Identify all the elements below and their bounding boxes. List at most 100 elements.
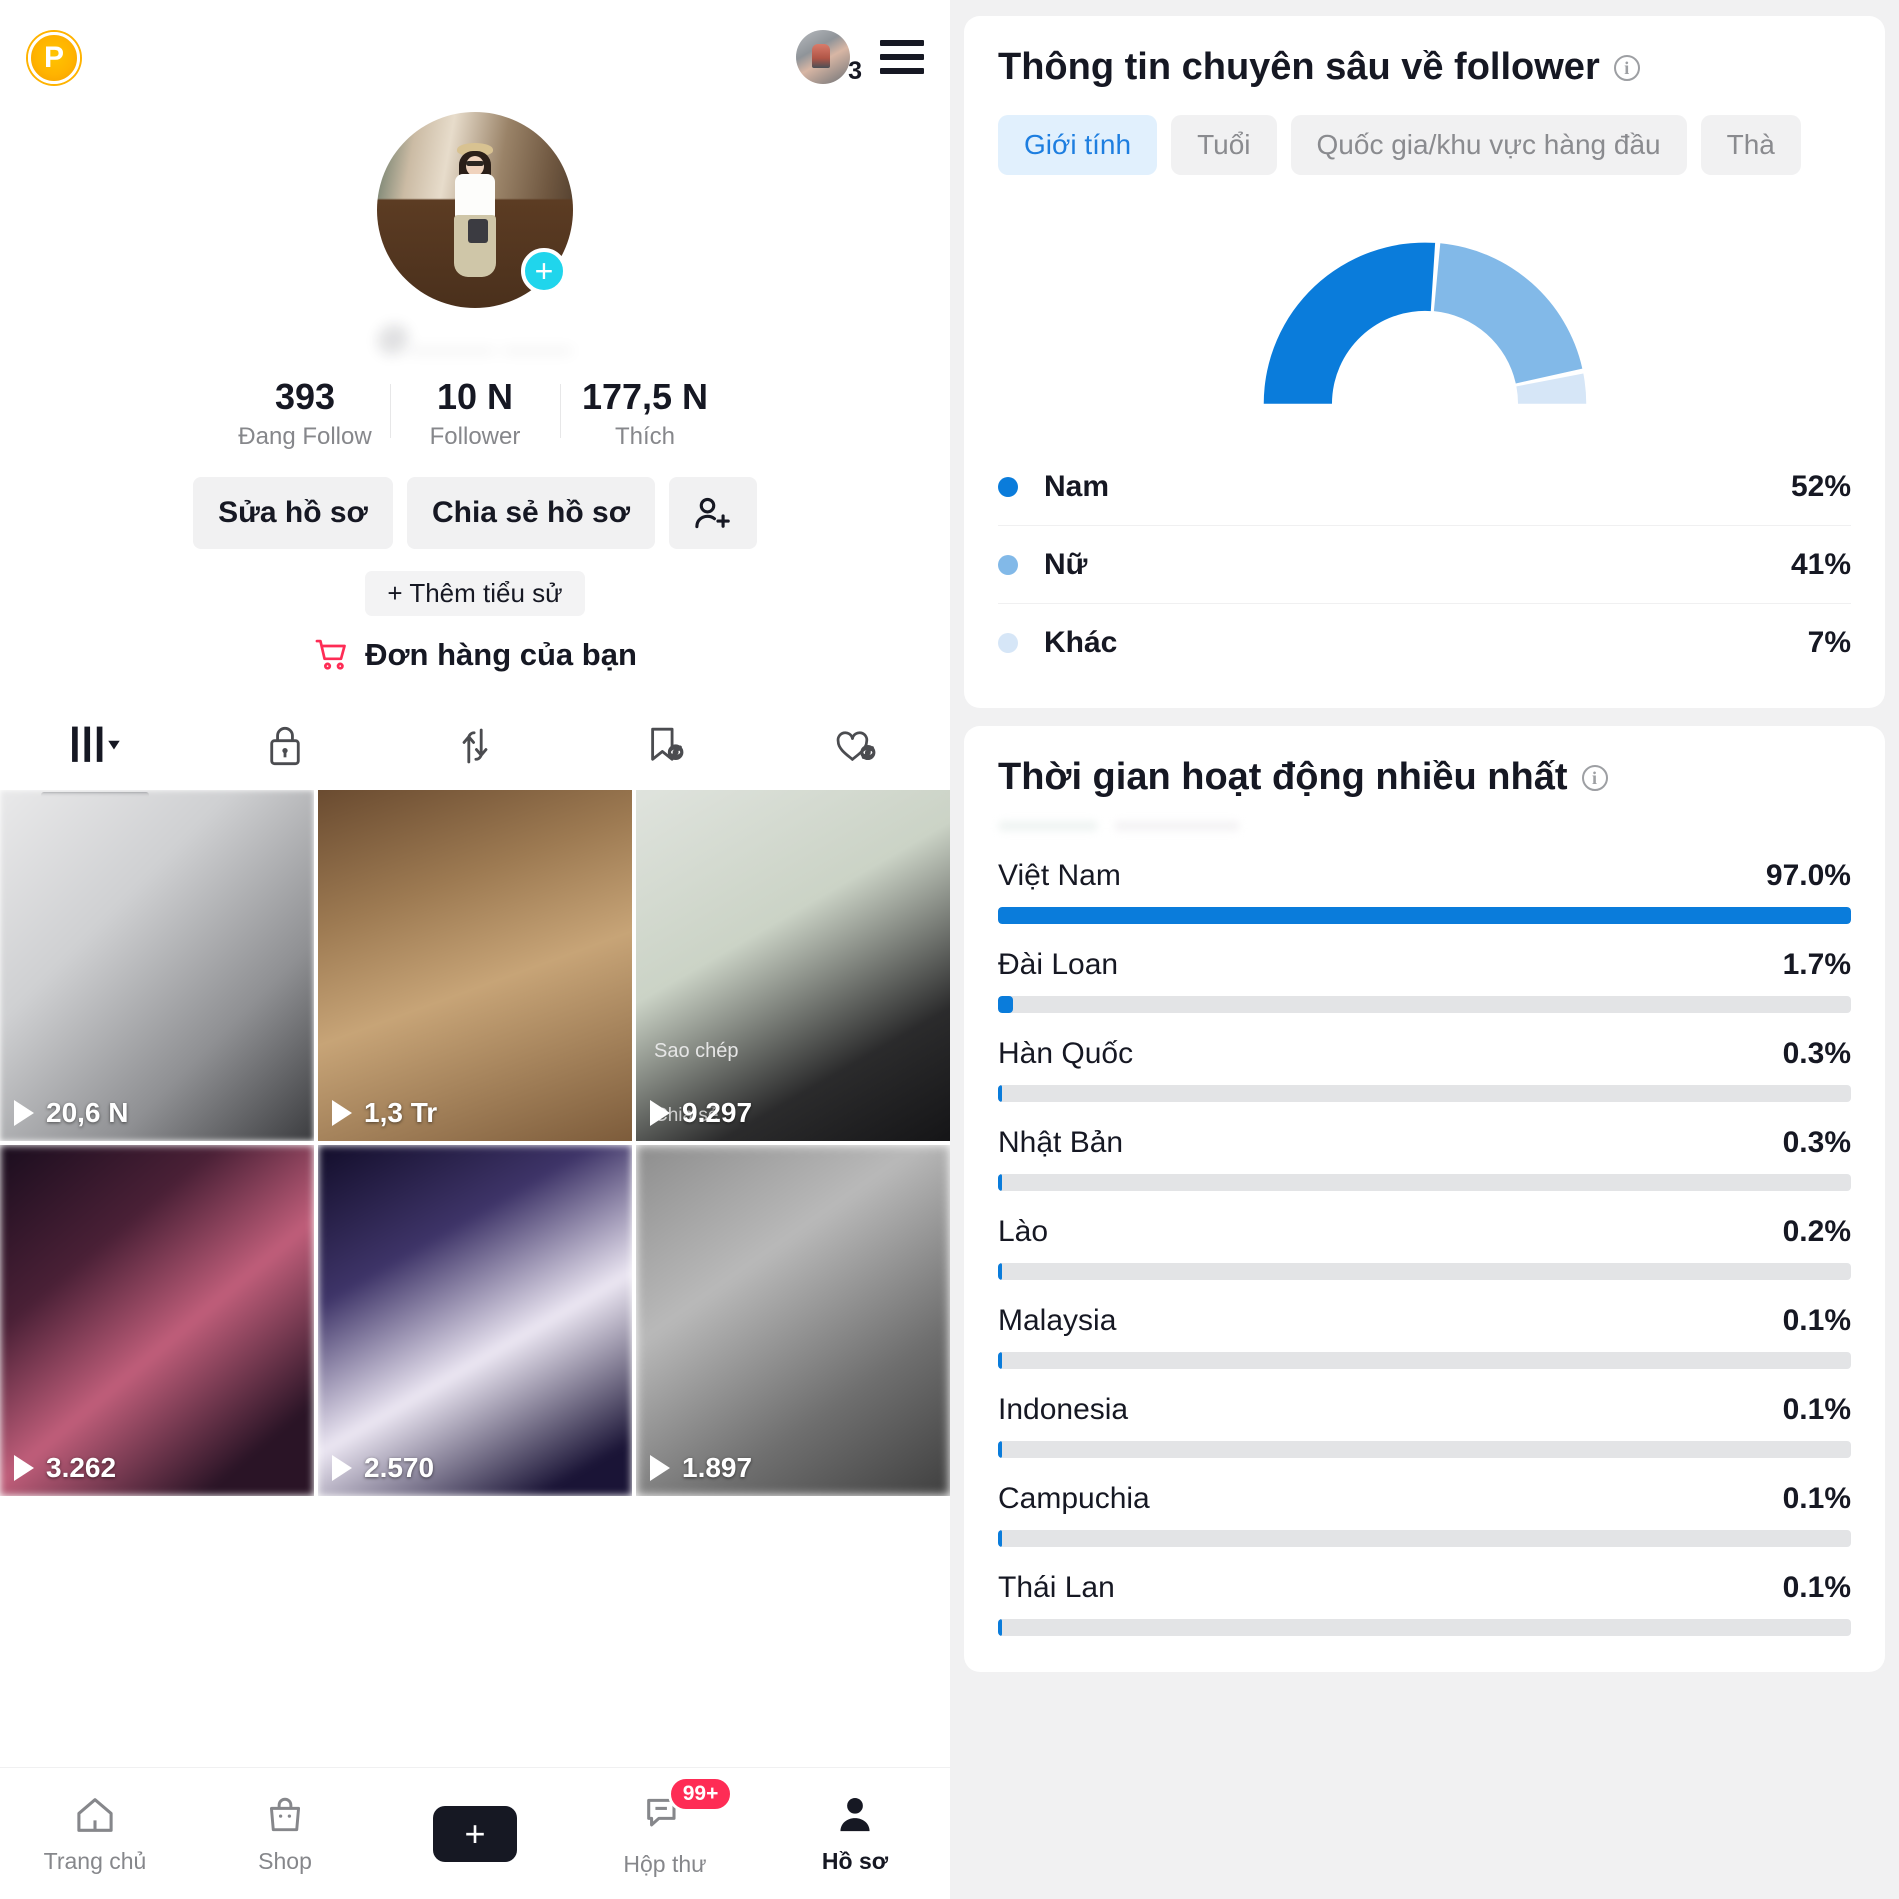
tab-private[interactable]: [190, 708, 380, 790]
home-icon: [77, 1798, 113, 1832]
nav-item-create[interactable]: +: [380, 1805, 570, 1862]
country-bar-fill: [998, 907, 1851, 924]
country-bar-head: Thái Lan 0.1%: [998, 1571, 1851, 1605]
country-percent: 0.1%: [1782, 1482, 1851, 1515]
play-icon: [14, 1100, 34, 1127]
country-bar-track: [998, 996, 1851, 1013]
video-views: 20,6 N: [14, 1097, 129, 1129]
nav-item-home[interactable]: Trang chủ: [0, 1792, 190, 1875]
inbox-badge: 99+: [667, 1775, 734, 1812]
country-bar-row: Nhật Bản 0.3%: [998, 1112, 1851, 1201]
activity-card-title: Thời gian hoạt động nhiều nhất: [998, 756, 1568, 798]
stat-following[interactable]: 393 Đang Follow: [220, 376, 390, 451]
repost-arrows-icon: [462, 729, 488, 764]
share-profile-button[interactable]: Chia sẻ hồ sơ: [407, 477, 655, 550]
gauge-segment-nam: [1263, 242, 1435, 404]
country-bar-head: Malaysia 0.1%: [998, 1304, 1851, 1338]
profile-username: @_____ ____: [377, 320, 572, 355]
video-cell[interactable]: 3.262: [0, 1145, 314, 1497]
video-cell[interactable]: 1,3 Tr: [318, 790, 632, 1142]
hamburger-menu-icon[interactable]: [880, 40, 924, 74]
stat-likes[interactable]: 177,5 N Thích: [560, 376, 730, 451]
tab-liked[interactable]: [760, 708, 950, 790]
nav-item-shop[interactable]: Shop: [190, 1792, 380, 1875]
country-name: Malaysia: [998, 1304, 1117, 1337]
legend-row: Nam 52%: [998, 448, 1851, 526]
country-bar-list: Việt Nam 97.0% Đài Loan 1.7% Hàn Quốc 0.3% Nhậ…: [998, 845, 1851, 1646]
avatar[interactable]: +: [377, 112, 573, 308]
tab-saved[interactable]: [570, 708, 760, 790]
chip-top-countries[interactable]: Quốc gia/khu vực hàng đầu: [1290, 115, 1687, 175]
country-name: Indonesia: [998, 1393, 1129, 1426]
shopping-cart-icon: [315, 640, 346, 671]
video-cell[interactable]: 20,6 N: [0, 790, 314, 1142]
add-avatar-plus-icon[interactable]: +: [521, 248, 567, 294]
your-orders-row[interactable]: Đơn hàng của bạn: [0, 636, 950, 674]
legend-label: Nữ: [1044, 547, 1088, 581]
story-avatar[interactable]: 3: [796, 30, 862, 85]
points-badge-icon[interactable]: P: [28, 32, 80, 84]
stat-value: 10 N: [436, 376, 514, 417]
ghost-chip: [998, 821, 1098, 831]
tab-posts[interactable]: [0, 708, 190, 799]
stat-value: 177,5 N: [581, 376, 709, 417]
country-name: Lào: [998, 1215, 1049, 1248]
country-bar-row: Lào 0.2%: [998, 1201, 1851, 1290]
profile-tabs: [0, 708, 950, 799]
country-bar-fill: [998, 1352, 1002, 1369]
country-bar-track: [998, 1352, 1851, 1369]
info-icon[interactable]: i: [1613, 54, 1640, 81]
video-grid: 20,6 N 1,3 Tr Sao chép Chia sẻ 9.297 3.2…: [0, 790, 950, 1497]
edit-profile-button[interactable]: Sửa hồ sơ: [193, 477, 393, 550]
bookmark-hidden-icon: [651, 728, 684, 762]
gender-gauge-svg: [1263, 242, 1586, 404]
ghost-chip-row: [998, 821, 1851, 831]
legend-row: Nữ 41%: [998, 526, 1851, 604]
video-cell[interactable]: Sao chép Chia sẻ 9.297: [636, 790, 950, 1142]
video-view-count: 1.897: [682, 1452, 753, 1484]
country-bar-row: Malaysia 0.1%: [998, 1290, 1851, 1379]
follower-insights-title: Thông tin chuyên sâu về follower: [998, 46, 1600, 88]
country-percent: 0.3%: [1782, 1037, 1851, 1070]
insight-tab-chips: Giới tính Tuổi Quốc gia/khu vực hàng đầu…: [998, 115, 1851, 175]
country-bar-track: [998, 1530, 1851, 1547]
your-orders-label: Đơn hàng của bạn: [365, 637, 637, 673]
stat-followers[interactable]: 10 N Follower: [390, 376, 560, 451]
video-cell[interactable]: 2.570: [318, 1145, 632, 1497]
country-bar-fill: [998, 1174, 1002, 1191]
country-bar-row: Đài Loan 1.7%: [998, 934, 1851, 1023]
story-count-badge: 3: [848, 57, 862, 85]
country-bar-head: Campuchia 0.1%: [998, 1482, 1851, 1516]
app-screen: P 3 + @_____ ____ 393 Đang Follow 10 N F…: [0, 0, 1899, 1899]
country-bar-track: [998, 1174, 1851, 1191]
nav-item-profile[interactable]: Hồ sơ: [760, 1792, 950, 1875]
country-bar-row: Indonesia 0.1%: [998, 1379, 1851, 1468]
stat-label: Follower: [429, 423, 521, 451]
add-bio-button[interactable]: + Thêm tiểu sử: [365, 571, 585, 617]
country-name: Hàn Quốc: [998, 1037, 1134, 1070]
video-views: 9.297: [650, 1097, 752, 1129]
chip-gender[interactable]: Giới tính: [998, 115, 1158, 175]
video-cell[interactable]: 1.897: [636, 1145, 950, 1497]
tab-reposts[interactable]: [380, 708, 570, 790]
legend-dot-khac: [998, 633, 1018, 653]
add-person-icon[interactable]: [669, 477, 757, 550]
info-icon[interactable]: i: [1581, 764, 1608, 791]
gender-legend: Nam 52% Nữ 41% Khác 7%: [998, 448, 1851, 682]
video-view-count: 1,3 Tr: [364, 1097, 438, 1129]
story-avatar-image: [796, 30, 850, 84]
chip-cities[interactable]: Thà: [1700, 115, 1801, 175]
stat-value: 393: [274, 376, 336, 417]
country-bar-track: [998, 1263, 1851, 1280]
country-bar-head: Việt Nam 97.0%: [998, 859, 1851, 893]
country-name: Nhật Bản: [998, 1126, 1124, 1159]
play-icon: [14, 1455, 34, 1482]
topbar-right-group: 3: [796, 30, 924, 85]
nav-item-inbox[interactable]: 99+ Hộp thư: [570, 1775, 760, 1878]
follower-insights-card: Thông tin chuyên sâu về follower i Giới …: [964, 16, 1885, 708]
create-plus-icon[interactable]: +: [425, 1805, 525, 1862]
chip-age[interactable]: Tuổi: [1171, 115, 1277, 175]
nav-label: Trang chủ: [43, 1848, 147, 1874]
video-view-count: 3.262: [46, 1452, 117, 1484]
shop-bag-icon: [269, 1797, 301, 1832]
